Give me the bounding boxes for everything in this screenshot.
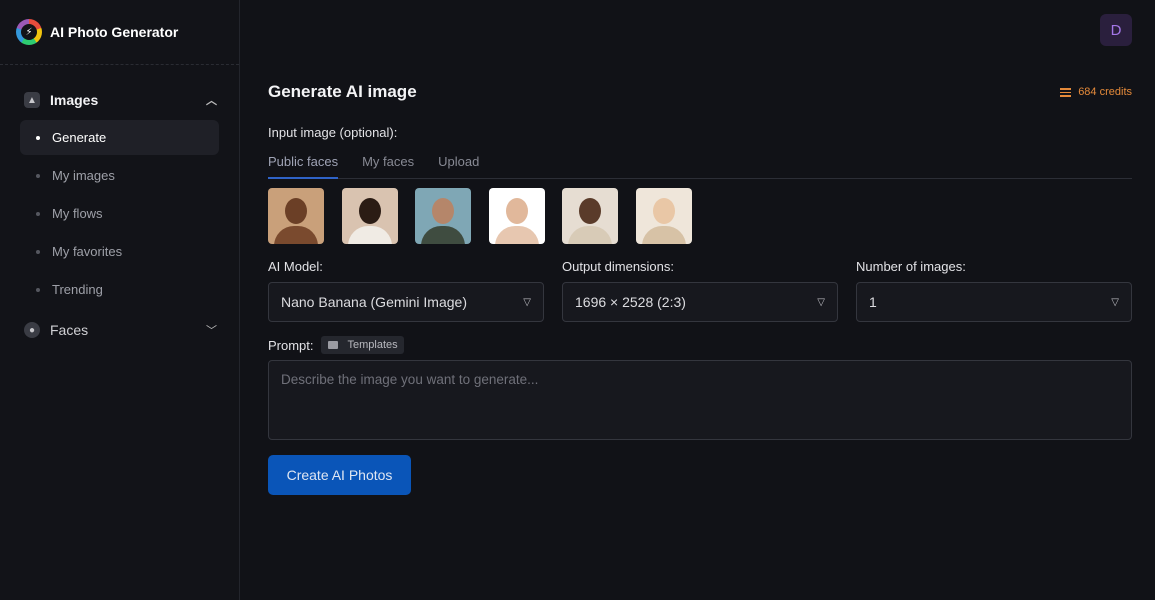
sidebar-item-label: Trending <box>52 282 103 297</box>
sidebar-item-my-images[interactable]: My images <box>20 158 219 193</box>
main-panel: D Generate AI image 684 credits Input im… <box>240 0 1155 600</box>
tab-my-faces[interactable]: My faces <box>362 154 414 179</box>
sidebar-item-my-favorites[interactable]: My favorites <box>20 234 219 269</box>
avatar[interactable]: D <box>1100 14 1132 46</box>
bolt-icon: ⚡ <box>21 24 37 40</box>
create-ai-photos-button[interactable]: Create AI Photos <box>268 455 411 495</box>
sidebar-item-label: My images <box>52 168 115 183</box>
chevron-down-icon: ﹀ <box>206 325 217 337</box>
sidebar-nav: ▲ Images ︿ Generate My images My flows M… <box>0 65 239 347</box>
prompt-label-row: Prompt: Templates <box>268 336 1132 354</box>
templates-button[interactable]: Templates <box>320 336 404 354</box>
ai-model-label: AI Model: <box>268 259 323 274</box>
dimensions-value: 1696 × 2528 (2:3) <box>575 294 686 310</box>
sidebar-item-trending[interactable]: Trending <box>20 272 219 307</box>
images-icon: ▲ <box>24 92 40 108</box>
prompt-textarea[interactable]: Describe the image you want to generate.… <box>268 360 1132 440</box>
image-count-label: Number of images: <box>856 259 966 274</box>
nav-group-faces[interactable]: ● Faces ﹀ <box>20 313 219 347</box>
ai-model-value: Nano Banana (Gemini Image) <box>281 294 467 310</box>
dimensions-select[interactable]: 1696 × 2528 (2:3) ▽ <box>562 282 838 322</box>
coins-icon <box>1060 87 1072 97</box>
app-root: ⚡ AI Photo Generator ▲ Images ︿ Generate… <box>0 0 1155 600</box>
face-thumbnail[interactable] <box>415 188 471 244</box>
nav-items: Generate My images My flows My favorites… <box>20 120 219 307</box>
brand[interactable]: ⚡ AI Photo Generator <box>0 0 239 65</box>
page-title: Generate AI image <box>268 82 417 101</box>
face-thumbnails <box>268 188 1132 244</box>
sidebar: ⚡ AI Photo Generator ▲ Images ︿ Generate… <box>0 0 240 600</box>
dimensions-label: Output dimensions: <box>562 259 675 274</box>
sidebar-item-label: Generate <box>52 130 107 145</box>
sidebar-item-generate[interactable]: Generate <box>20 120 219 155</box>
input-image-label: Input image (optional): <box>268 125 398 140</box>
bullet-icon <box>36 287 40 292</box>
sidebar-item-label: My favorites <box>52 244 123 259</box>
chevron-down-icon: ▽ <box>523 296 531 308</box>
image-count-value: 1 <box>869 294 877 310</box>
credits-badge[interactable]: 684 credits <box>1060 86 1132 98</box>
image-count-field: Number of images: 1 ▽ <box>856 259 1132 322</box>
face-thumbnail[interactable] <box>268 188 324 244</box>
nav-group-images[interactable]: ▲ Images ︿ <box>20 83 219 117</box>
dimensions-field: Output dimensions: 1696 × 2528 (2:3) ▽ <box>562 259 838 322</box>
tab-upload[interactable]: Upload <box>438 154 479 179</box>
prompt-placeholder: Describe the image you want to generate.… <box>281 372 539 387</box>
generate-form: Generate AI image 684 credits Input imag… <box>268 80 1132 495</box>
face-thumbnail[interactable] <box>635 188 692 244</box>
tab-public-faces[interactable]: Public faces <box>268 154 339 179</box>
nav-group-label: Faces <box>50 322 89 338</box>
templates-label: Templates <box>347 339 398 351</box>
nav-group-label: Images <box>50 92 99 108</box>
bullet-icon <box>36 211 40 216</box>
brand-logo-icon: ⚡ <box>16 19 42 45</box>
prompt-label: Prompt: <box>268 337 314 353</box>
ai-model-field: AI Model: Nano Banana (Gemini Image) ▽ <box>268 259 544 322</box>
chevron-up-icon: ︿ <box>206 95 217 107</box>
chevron-down-icon: ▽ <box>1111 296 1119 308</box>
options-row: AI Model: Nano Banana (Gemini Image) ▽ O… <box>268 259 1132 322</box>
brand-name: AI Photo Generator <box>50 24 179 40</box>
title-row: Generate AI image 684 credits <box>268 80 1132 104</box>
input-tabs: Public faces My faces Upload <box>268 154 1132 179</box>
face-thumbnail[interactable] <box>341 188 398 244</box>
image-count-select[interactable]: 1 ▽ <box>856 282 1132 322</box>
bullet-icon <box>36 249 40 254</box>
user-icon: ● <box>24 322 40 338</box>
chevron-down-icon: ▽ <box>817 296 825 308</box>
face-thumbnail[interactable] <box>562 188 618 244</box>
folder-icon <box>327 341 338 349</box>
face-thumbnail[interactable] <box>488 188 545 244</box>
bullet-icon <box>36 135 40 140</box>
ai-model-select[interactable]: Nano Banana (Gemini Image) ▽ <box>268 282 544 322</box>
bullet-icon <box>36 173 40 178</box>
sidebar-item-label: My flows <box>52 206 103 221</box>
sidebar-item-my-flows[interactable]: My flows <box>20 196 219 231</box>
credits-text: 684 credits <box>1078 86 1132 98</box>
